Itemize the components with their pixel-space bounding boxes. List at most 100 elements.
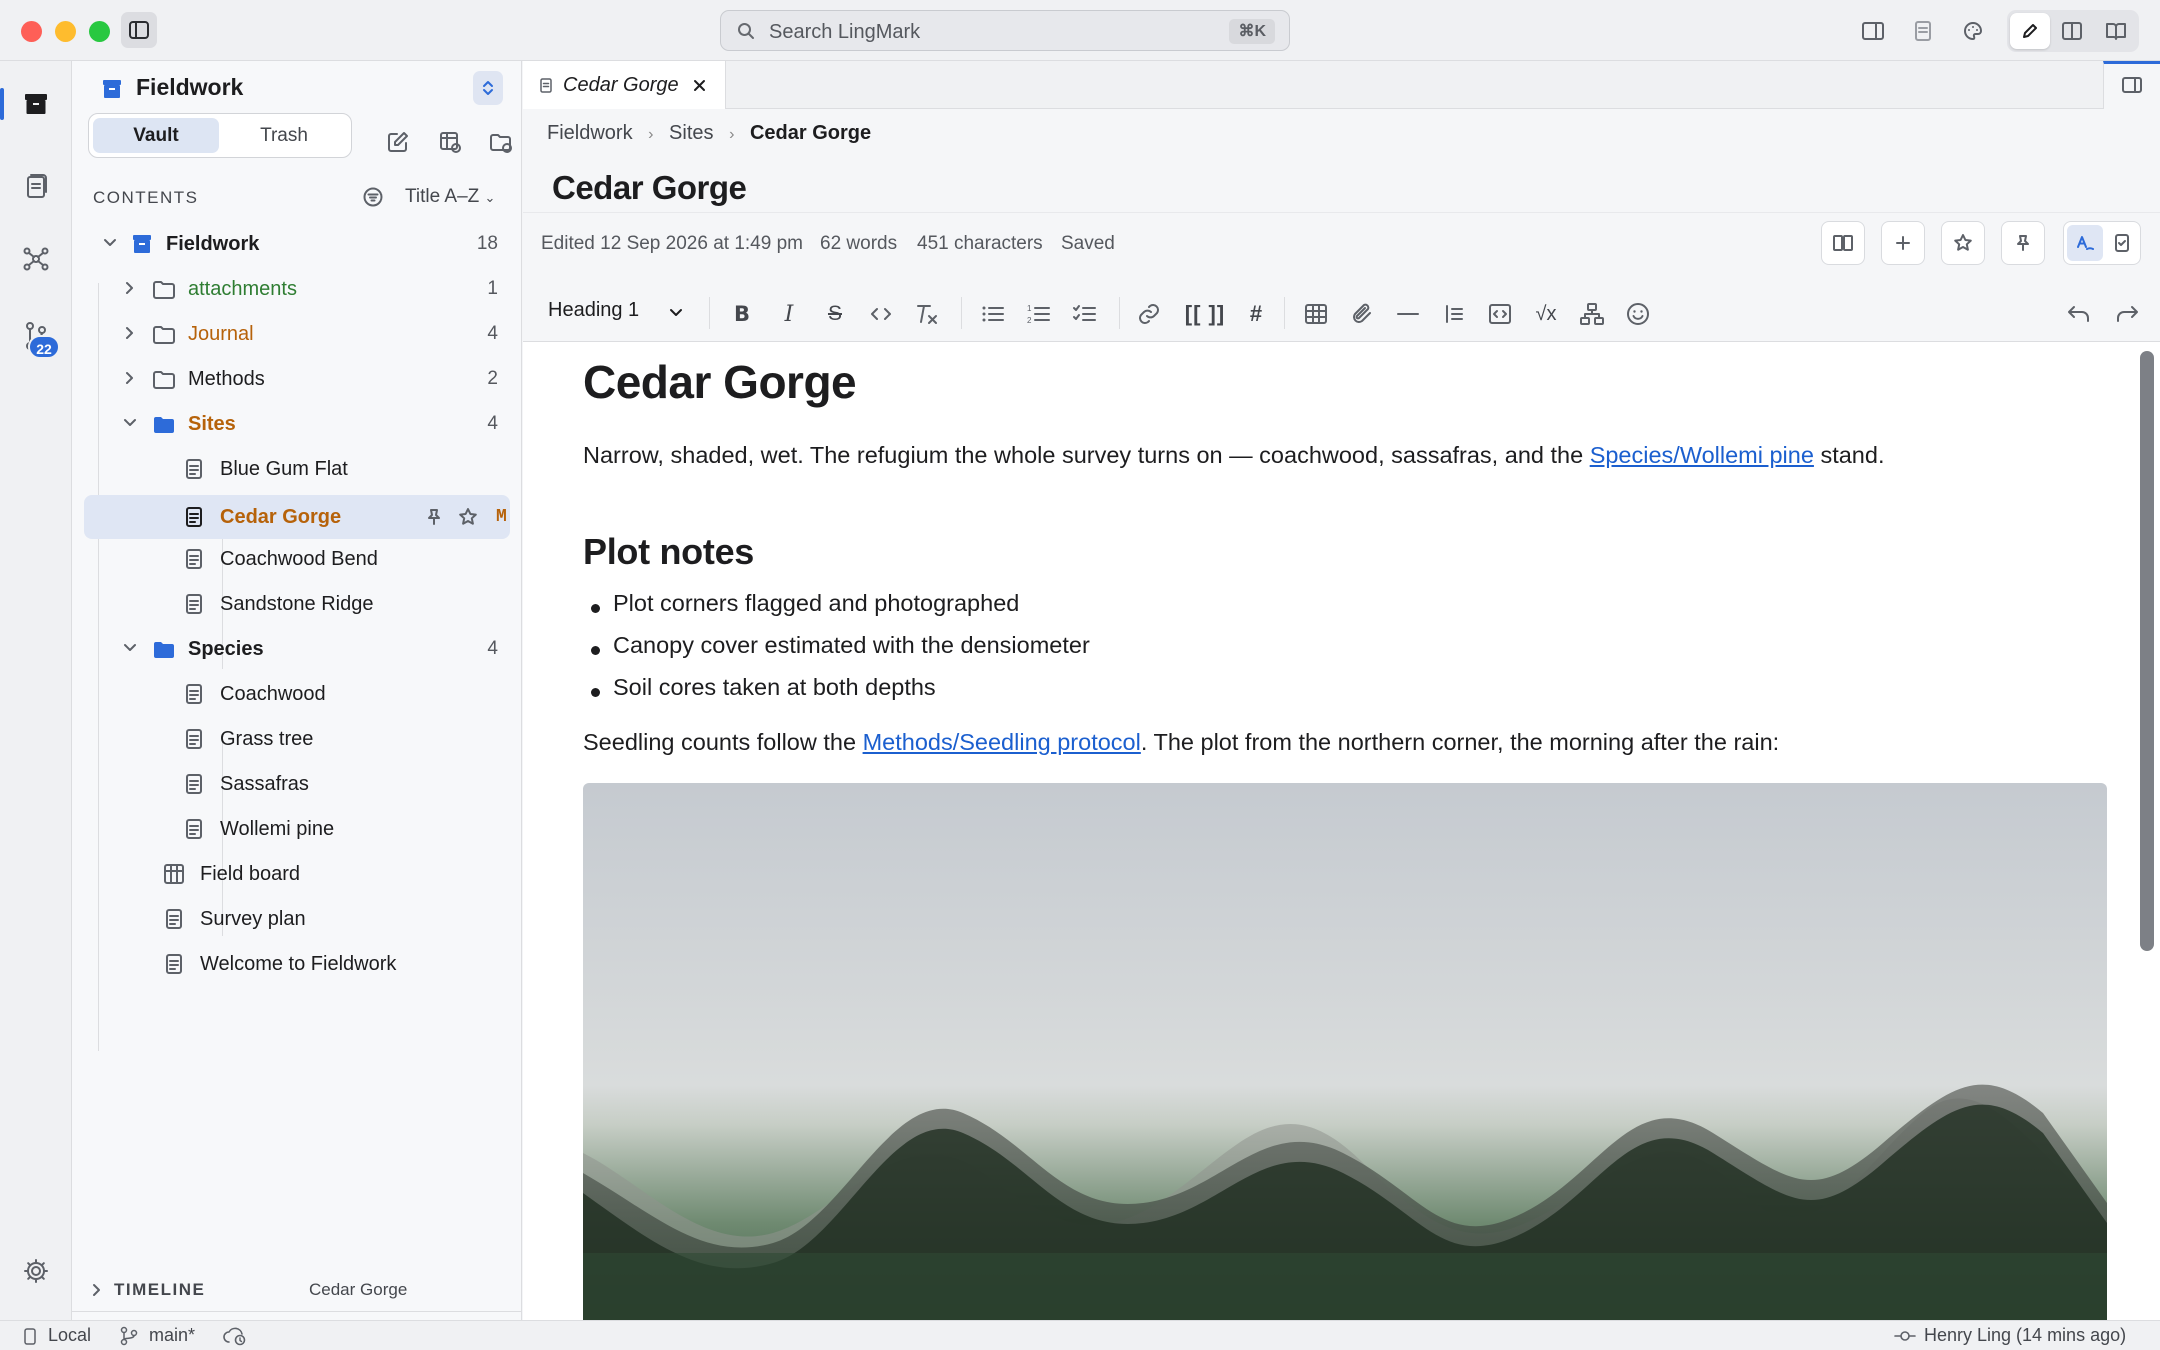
- pin-button[interactable]: [2001, 221, 2045, 265]
- document-body[interactable]: Cedar Gorge Narrow, shaded, wet. The ref…: [523, 343, 2160, 1320]
- favorite-button[interactable]: [1941, 221, 1985, 265]
- tree-note-coachwood-bend[interactable]: Coachwood Bend: [84, 538, 514, 580]
- list-item-text: Plot corners flagged and photographed: [613, 590, 1020, 616]
- palette-icon[interactable]: [1956, 14, 1990, 48]
- minimize-window-button[interactable]: [55, 21, 76, 42]
- tree-folder-sites[interactable]: Sites 4: [84, 403, 514, 445]
- tree-note-survey-plan[interactable]: Survey plan: [84, 898, 514, 940]
- toggle-sidebar-icon[interactable]: [121, 12, 157, 48]
- trash-tab[interactable]: Trash: [221, 118, 347, 153]
- zoom-window-button[interactable]: [89, 21, 110, 42]
- sort-dropdown[interactable]: Title A–Z ⌄: [405, 186, 495, 208]
- tree-note-sandstone-ridge[interactable]: Sandstone Ridge: [84, 583, 514, 625]
- tree-folder-fieldwork[interactable]: Fieldwork 18: [84, 223, 514, 265]
- task-list-icon[interactable]: [1071, 300, 1099, 328]
- scrollbar-thumb[interactable]: [2140, 351, 2154, 951]
- note-icon: [186, 594, 202, 614]
- close-tab-icon[interactable]: [693, 79, 706, 92]
- tree-folder-species[interactable]: Species 4: [84, 628, 514, 670]
- tree-note-blue-gum-flat[interactable]: Blue Gum Flat: [84, 448, 514, 490]
- attachment-icon[interactable]: [1348, 300, 1376, 328]
- folder-icon: [153, 326, 175, 344]
- numbered-list-icon[interactable]: 12: [1025, 300, 1053, 328]
- bullet-list-icon[interactable]: [979, 300, 1007, 328]
- table-icon[interactable]: [1302, 300, 1330, 328]
- code-block-icon[interactable]: [1486, 300, 1514, 328]
- tree-note-coachwood[interactable]: Coachwood: [84, 673, 514, 715]
- new-board-icon[interactable]: [439, 131, 461, 153]
- note-icon: [186, 459, 202, 479]
- edit-mode-icon[interactable]: [2010, 13, 2050, 49]
- sidebar: Fieldwork Vault Trash CONTENTS Title A–Z…: [72, 61, 522, 1320]
- italic-icon[interactable]: I: [775, 300, 803, 328]
- note-title[interactable]: Cedar Gorge: [552, 169, 747, 207]
- timeline-label: TIMELINE: [114, 1280, 206, 1299]
- math-button[interactable]: √x: [1532, 300, 1560, 328]
- tree-note-wollemi-pine[interactable]: Wollemi pine: [84, 808, 514, 850]
- vault-icon[interactable]: [18, 86, 54, 122]
- split-view-icon[interactable]: [2055, 14, 2089, 48]
- tree-note-welcome[interactable]: Welcome to Fieldwork: [84, 943, 514, 985]
- reading-view-icon[interactable]: [2099, 14, 2133, 48]
- branch-label[interactable]: main*: [149, 1325, 195, 1346]
- settings-gear-icon[interactable]: [18, 1253, 54, 1289]
- rich-text-mode-icon[interactable]: [2067, 225, 2103, 261]
- link-icon[interactable]: [1135, 300, 1163, 328]
- board-icon: [164, 864, 184, 884]
- tree-folder-journal[interactable]: Journal 4: [84, 313, 514, 355]
- source-mode-icon[interactable]: [2105, 225, 2139, 261]
- undo-icon[interactable]: [2065, 300, 2093, 328]
- wiki-link-seedling-protocol[interactable]: Methods/Seedling protocol: [863, 729, 1141, 755]
- vault-switcher-icon[interactable]: [473, 71, 503, 105]
- inline-code-icon[interactable]: [867, 300, 895, 328]
- filter-icon[interactable]: [363, 187, 383, 207]
- columns-icon: [1833, 235, 1853, 251]
- strikethrough-icon[interactable]: S: [821, 300, 849, 328]
- right-panel-icon[interactable]: [1856, 14, 1890, 48]
- graph-icon[interactable]: [18, 241, 54, 277]
- heading-select[interactable]: Heading 1: [548, 299, 698, 329]
- storage-label[interactable]: Local: [48, 1325, 91, 1346]
- diagram-icon[interactable]: [1578, 300, 1606, 328]
- redo-icon[interactable]: [2113, 300, 2141, 328]
- tree-board-field-board[interactable]: Field board: [84, 853, 514, 895]
- last-commit-author[interactable]: Henry Ling (14 mins ago): [1924, 1325, 2126, 1346]
- breadcrumb-item[interactable]: Fieldwork: [547, 122, 633, 144]
- embedded-landscape-image[interactable]: [583, 783, 2107, 1320]
- search-input[interactable]: Search LingMark ⌘K: [720, 10, 1290, 51]
- wiki-link-wollemi-pine[interactable]: Species/Wollemi pine: [1590, 442, 1814, 468]
- tree-folder-attachments[interactable]: attachments 1: [84, 268, 514, 310]
- tree-count: 1: [487, 278, 498, 299]
- sidebar-right-icon: [2122, 77, 2142, 93]
- document-icon[interactable]: [1906, 14, 1940, 48]
- tree-note-sassafras[interactable]: Sassafras: [84, 763, 514, 805]
- breadcrumb-separator-icon: ›: [648, 126, 654, 143]
- clear-format-icon[interactable]: [913, 300, 941, 328]
- tag-button[interactable]: #: [1242, 300, 1270, 328]
- emoji-icon[interactable]: [1624, 300, 1652, 328]
- timeline-section[interactable]: TIMELINE Cedar Gorge: [88, 1273, 508, 1309]
- toolbar-divider: [1119, 297, 1120, 329]
- notes-icon[interactable]: [18, 168, 54, 204]
- pin-icon[interactable]: [425, 508, 443, 526]
- new-folder-icon[interactable]: [489, 133, 513, 153]
- compare-button[interactable]: [1821, 221, 1865, 265]
- add-button[interactable]: [1881, 221, 1925, 265]
- star-icon[interactable]: [458, 507, 478, 527]
- horizontal-rule-icon[interactable]: [1394, 300, 1422, 328]
- breadcrumb-item[interactable]: Sites: [669, 122, 713, 144]
- chevron-right-icon: [126, 327, 133, 339]
- bold-icon[interactable]: B: [728, 300, 756, 328]
- tree-note-grass-tree[interactable]: Grass tree: [84, 718, 514, 760]
- cloud-sync-icon[interactable]: [222, 1326, 248, 1346]
- tree-note-cedar-gorge[interactable]: Cedar Gorge M: [84, 495, 510, 539]
- tab-cedar-gorge[interactable]: Cedar Gorge: [523, 61, 726, 109]
- right-sidebar-toggle[interactable]: [2103, 61, 2160, 109]
- close-window-button[interactable]: [21, 21, 42, 42]
- vault-tab[interactable]: Vault: [93, 118, 219, 153]
- tree-folder-methods[interactable]: Methods 2: [84, 358, 514, 400]
- chevron-right-icon: [126, 372, 133, 384]
- wiki-link-button[interactable]: [[ ]]: [1183, 300, 1227, 328]
- blockquote-icon[interactable]: [1440, 300, 1468, 328]
- new-note-icon[interactable]: [387, 131, 409, 153]
